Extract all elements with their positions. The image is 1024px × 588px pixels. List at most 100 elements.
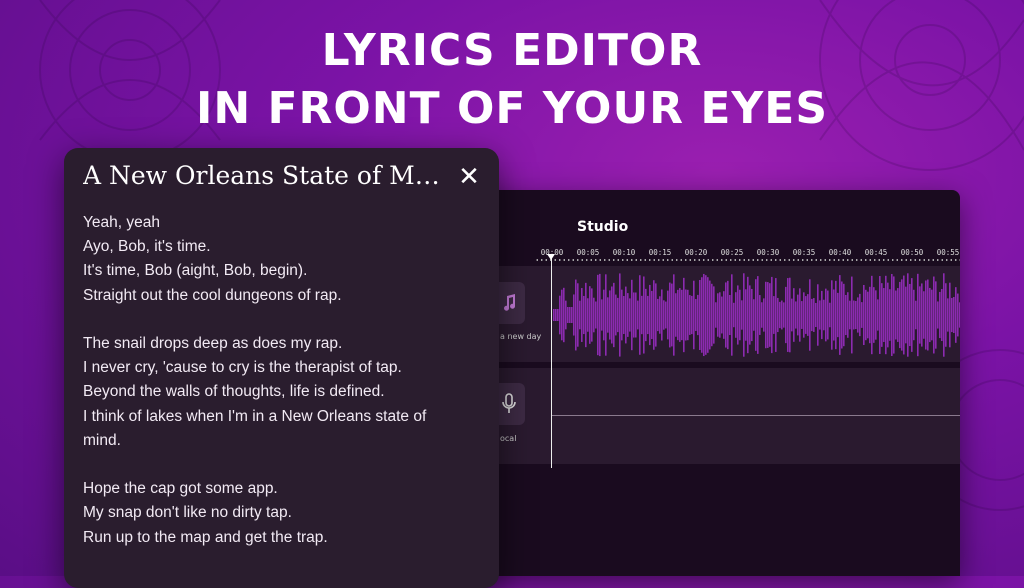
waveform-bar xyxy=(559,295,561,335)
waveform-bar xyxy=(853,300,855,330)
lyric-line[interactable]: Straight out the cool dungeons of rap. xyxy=(83,284,483,308)
playhead-handle[interactable] xyxy=(547,254,555,260)
playhead[interactable] xyxy=(551,256,552,468)
waveform-bar xyxy=(837,292,839,338)
waveform-bar xyxy=(765,281,767,349)
waveform-bar xyxy=(795,301,797,329)
waveform-bar xyxy=(821,290,823,340)
timeline-tick-label: 00:20 xyxy=(684,248,708,257)
waveform-bar xyxy=(849,300,851,330)
lyric-line[interactable]: My snap don't like no dirty tap. xyxy=(83,501,483,525)
lyric-line[interactable] xyxy=(83,308,483,332)
waveform-bar xyxy=(935,281,937,349)
waveform-bar xyxy=(921,283,923,347)
waveform-bar xyxy=(845,294,847,336)
waveform-bar xyxy=(941,288,943,342)
timeline-tick-label: 00:30 xyxy=(756,248,780,257)
waveform-bar xyxy=(687,289,689,341)
waveform-bar xyxy=(663,300,665,330)
waveform-bar xyxy=(827,290,829,340)
lyric-line[interactable]: I think of lakes when I'm in a New Orlea… xyxy=(83,405,483,429)
waveform-bar xyxy=(783,302,785,328)
lyric-line[interactable]: Run up to the map and get the trap. xyxy=(83,526,483,550)
lyric-line[interactable]: mind. xyxy=(83,429,483,453)
waveform-bar xyxy=(865,289,867,341)
waveform-bar xyxy=(855,300,857,330)
timeline-ruler[interactable]: 00:00 00:05 00:10 00:15 00:20 00:25 00:30 00:35… xyxy=(535,248,960,262)
headline-line-1: LYRICS EDITOR xyxy=(321,25,703,76)
waveform[interactable] xyxy=(553,270,960,360)
timeline-tick-label: 00:25 xyxy=(720,248,744,257)
lyric-line[interactable]: It's time, Bob (aight, Bob, begin). xyxy=(83,259,483,283)
waveform-bar xyxy=(711,283,713,347)
waveform-bar xyxy=(621,289,623,341)
waveform-bar xyxy=(953,296,955,334)
lyric-line[interactable]: The snail drops deep as does my rap. xyxy=(83,332,483,356)
waveform-bar xyxy=(705,275,707,355)
close-icon[interactable]: ✕ xyxy=(454,162,484,192)
headline-line-2: IN FRONT OF YOUR EYES xyxy=(195,83,829,134)
lyric-line[interactable]: I never cry, 'cause to cry is the therap… xyxy=(83,356,483,380)
waveform-bar xyxy=(737,285,739,345)
waveform-bar xyxy=(639,275,641,355)
waveform-bar xyxy=(949,282,951,348)
lyric-line[interactable]: Hope the cap got some app. xyxy=(83,477,483,501)
track-label-music: a new day xyxy=(500,332,542,341)
waveform-bar xyxy=(625,286,627,344)
waveform-bar xyxy=(641,295,643,335)
waveform-bar xyxy=(689,295,691,335)
waveform-bar xyxy=(751,288,753,342)
waveform-bar xyxy=(805,296,807,334)
waveform-bar xyxy=(835,280,837,350)
waveform-bar xyxy=(645,288,647,342)
lyric-line[interactable]: Yeah, yeah xyxy=(83,211,483,235)
waveform-bar xyxy=(811,298,813,332)
waveform-bar xyxy=(929,287,931,343)
track-vocal[interactable]: ocal xyxy=(420,368,960,464)
waveform-bar xyxy=(903,275,905,355)
waveform-bar xyxy=(691,295,693,335)
lyric-line[interactable]: Ayo, Bob, it's time. xyxy=(83,235,483,259)
waveform-bar xyxy=(721,296,723,334)
waveform-bar xyxy=(609,290,611,340)
lyric-line[interactable]: Beyond the walls of thoughts, life is de… xyxy=(83,380,483,404)
waveform-bar xyxy=(767,282,769,348)
waveform-bar xyxy=(677,289,679,341)
waveform-bar xyxy=(829,302,831,328)
waveform-bar xyxy=(889,289,891,341)
waveform-bar xyxy=(679,288,681,342)
waveform-bar xyxy=(771,276,773,354)
timeline-tick-label: 00:35 xyxy=(792,248,816,257)
waveform-bar xyxy=(739,289,741,341)
waveform-bar xyxy=(911,278,913,352)
waveform-bar xyxy=(599,273,601,357)
waveform-bar xyxy=(685,289,687,341)
waveform-bar xyxy=(933,276,935,354)
waveform-bar xyxy=(717,293,719,337)
waveform-bar xyxy=(939,291,941,339)
timeline-tick-label: 00:40 xyxy=(828,248,852,257)
waveform-bar xyxy=(839,275,841,355)
waveform-bar xyxy=(675,293,677,337)
lyric-line[interactable] xyxy=(83,453,483,477)
waveform-bar xyxy=(875,290,877,340)
waveform-bar xyxy=(867,291,869,339)
waveform-bar xyxy=(633,292,635,338)
waveform-bar xyxy=(567,307,569,323)
waveform-bar xyxy=(591,288,593,342)
waveform-bar xyxy=(569,307,571,323)
waveform-bar xyxy=(859,293,861,337)
waveform-bar xyxy=(557,309,559,321)
waveform-bar xyxy=(825,288,827,342)
waveform-bar xyxy=(587,298,589,332)
waveform-bar xyxy=(695,299,697,331)
waveform-bar xyxy=(899,281,901,349)
waveform-bar xyxy=(793,288,795,342)
waveform-bar xyxy=(789,277,791,353)
waveform-bar xyxy=(561,289,563,341)
lyrics-panel: A New Orleans State of M… ✕ Yeah, yeah Ay… xyxy=(64,148,499,588)
waveform-bar xyxy=(785,286,787,344)
waveform-bar xyxy=(697,294,699,336)
lyrics-text[interactable]: Yeah, yeah Ayo, Bob, it's time. It's time,… xyxy=(83,211,483,550)
waveform-bar xyxy=(879,276,881,354)
